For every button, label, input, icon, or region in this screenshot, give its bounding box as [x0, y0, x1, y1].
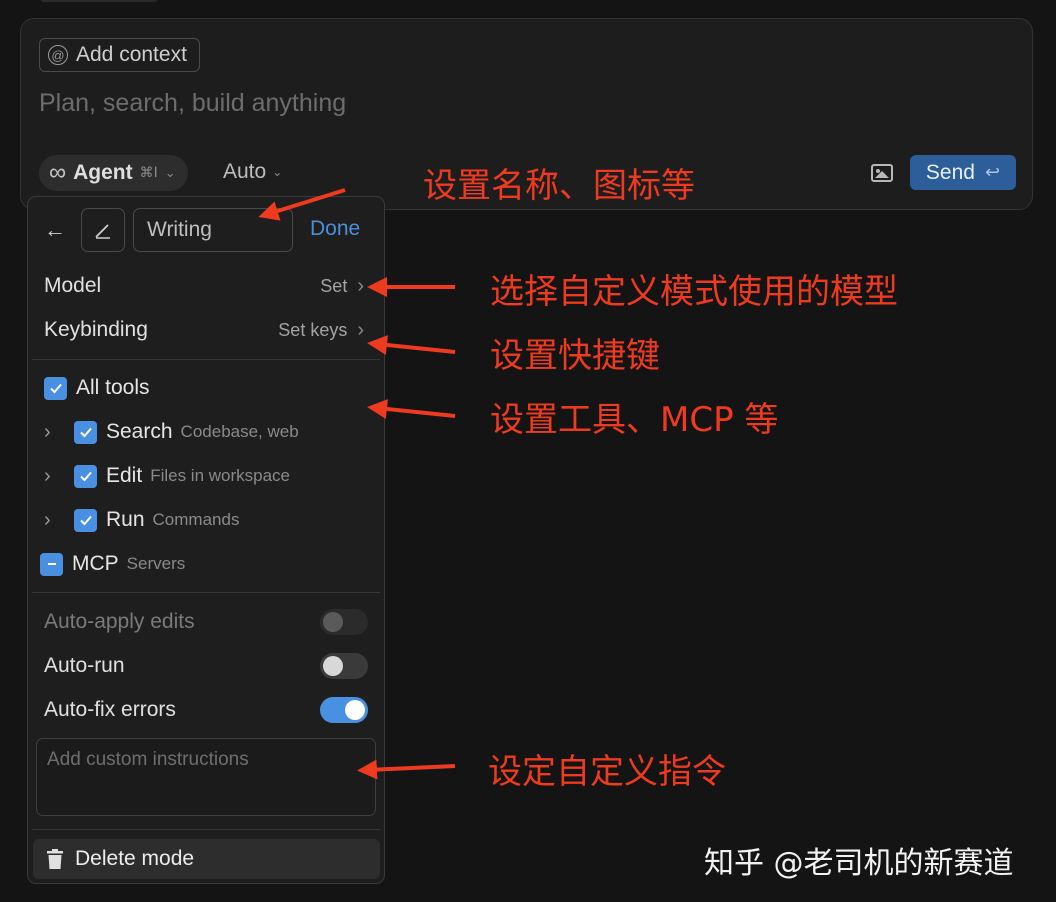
auto-run-row: Auto-run [44, 651, 368, 681]
annotation-name-icon: 设置名称、图标等 [423, 166, 695, 206]
model-row-label: Model [44, 274, 102, 297]
mode-name-input[interactable] [133, 208, 293, 252]
back-arrow-icon[interactable]: ← [44, 217, 66, 243]
annotation-tools: 设置工具、MCP 等 [490, 400, 779, 440]
arrow-to-tools [367, 399, 456, 419]
keybinding-row[interactable]: Keybinding Set keys › [44, 315, 364, 345]
tool-run-label: Run [106, 508, 145, 531]
model-row[interactable]: Model Set › [44, 271, 364, 301]
arrow-to-keybinding [367, 335, 456, 355]
checkbox-indeterminate-icon [40, 552, 63, 576]
mode-editor-panel: ← Done Model Set › Keybinding Set keys ›… [27, 196, 385, 884]
tool-search-checkbox[interactable]: Search Codebase, web [74, 417, 299, 447]
image-attach-icon[interactable] [871, 164, 893, 182]
add-context-button[interactable]: @ Add context [39, 38, 200, 72]
mode-icon-picker[interactable] [81, 208, 125, 252]
delete-mode-label: Delete mode [75, 847, 195, 870]
auto-apply-row: Auto-apply edits [44, 607, 368, 637]
annotation-instructions: 设定自定义指令 [488, 752, 726, 792]
auto-run-label: Auto-run [44, 654, 125, 677]
chevron-right-icon: › [357, 318, 364, 341]
auto-run-toggle[interactable] [320, 653, 368, 679]
at-icon: @ [48, 45, 68, 65]
mcp-desc: Servers [126, 554, 186, 573]
model-label: Auto [223, 160, 267, 183]
model-selector[interactable]: Auto ⌄ [223, 160, 282, 184]
send-button[interactable]: Send ↩ [910, 155, 1016, 190]
tool-search-label: Search [106, 420, 173, 443]
divider [32, 829, 380, 830]
auto-fix-row: Auto-fix errors [44, 695, 368, 725]
auto-apply-label: Auto-apply edits [44, 610, 195, 633]
tool-edit-label: Edit [106, 464, 143, 487]
annotation-model: 选择自定义模式使用的模型 [490, 272, 898, 312]
expand-edit-icon[interactable]: › [44, 461, 51, 491]
keybinding-row-value: Set keys [278, 319, 348, 340]
mode-label: Agent [73, 161, 133, 184]
custom-instructions-input[interactable] [36, 738, 376, 816]
auto-fix-label: Auto-fix errors [44, 698, 176, 721]
chevron-right-icon: › [357, 274, 364, 297]
chevron-down-icon: ⌄ [272, 165, 283, 179]
infinity-icon: ∞ [49, 159, 67, 186]
mode-shortcut: ⌘I [139, 165, 158, 181]
divider [32, 359, 380, 360]
all-tools-checkbox[interactable]: All tools [44, 373, 150, 403]
delete-mode-button[interactable]: Delete mode [33, 839, 380, 879]
expand-run-icon[interactable]: › [44, 505, 51, 535]
checkbox-checked-icon [74, 420, 97, 444]
pen-icon [95, 224, 110, 239]
send-label: Send [925, 160, 975, 184]
all-tools-label: All tools [76, 376, 150, 399]
tool-search-desc: Codebase, web [180, 422, 299, 441]
mcp-label: MCP [72, 552, 119, 575]
watermark: 知乎 @老司机的新赛道 [704, 846, 1014, 881]
checkbox-checked-icon [74, 508, 97, 532]
model-row-value: Set [320, 275, 348, 296]
add-context-label: Add context [76, 43, 187, 66]
prompt-input[interactable]: Plan, search, build anything [39, 89, 346, 118]
auto-apply-toggle[interactable] [320, 609, 368, 635]
checkbox-checked-icon [44, 376, 67, 400]
chevron-down-icon: ⌄ [164, 165, 176, 180]
auto-fix-toggle[interactable] [320, 697, 368, 723]
expand-search-icon[interactable]: › [44, 417, 51, 447]
mcp-checkbox[interactable]: MCP Servers [40, 549, 185, 579]
tool-run-checkbox[interactable]: Run Commands [74, 505, 239, 535]
divider [32, 592, 380, 593]
mode-selector[interactable]: ∞ Agent ⌘I ⌄ [39, 155, 188, 191]
trash-icon [47, 849, 63, 869]
tool-run-desc: Commands [152, 510, 240, 529]
tool-edit-checkbox[interactable]: Edit Files in workspace [74, 461, 290, 491]
annotation-keybinding: 设置快捷键 [490, 336, 660, 376]
keybinding-row-label: Keybinding [44, 318, 148, 341]
checkbox-checked-icon [74, 464, 97, 488]
done-button[interactable]: Done [310, 217, 360, 241]
return-icon: ↩ [984, 162, 1001, 182]
tool-edit-desc: Files in workspace [150, 466, 291, 485]
top-tab-edge [40, 0, 158, 2]
